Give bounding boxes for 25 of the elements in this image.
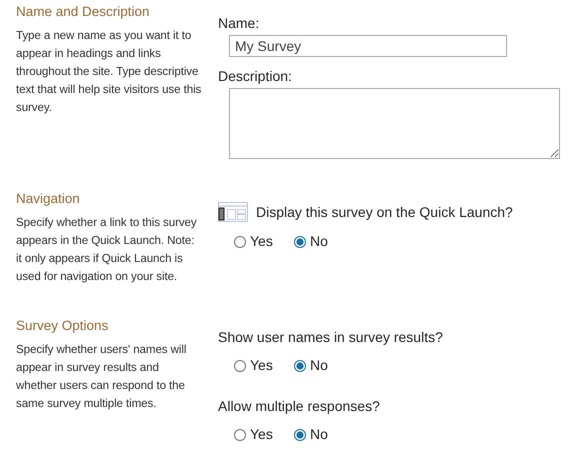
section-title: Navigation bbox=[16, 191, 81, 208]
radio-button[interactable] bbox=[294, 360, 306, 372]
option-label: No bbox=[310, 232, 328, 251]
question-label: Show user names in survey results? bbox=[218, 329, 443, 346]
field-label: Name: bbox=[218, 15, 260, 32]
radio-button[interactable] bbox=[294, 236, 306, 248]
field-label: Description: bbox=[218, 68, 293, 85]
option-label: Yes bbox=[250, 425, 273, 444]
option-label: No bbox=[310, 425, 328, 444]
section-description: Type a new name as you want it to appear in headings and links throughout the site. Type descriptive text that will help site visitors use this survey. bbox=[16, 28, 202, 116]
question-label: Allow multiple responses? bbox=[218, 398, 380, 416]
section-description: Specify whether users' names will appear in survey results and whether users can respond to the same survey multiple times. bbox=[16, 342, 188, 412]
section-title: Survey Options bbox=[16, 318, 110, 334]
section-title: Name and Description bbox=[16, 4, 151, 20]
section-description: Specify whether a link to this survey appears in the Quick Launch. Note: it only appears if Quick Launch is used for navigation on your site. bbox=[16, 215, 198, 286]
option-label: Yes bbox=[250, 232, 273, 251]
option-label: No bbox=[310, 356, 328, 376]
textarea-field[interactable] bbox=[229, 88, 560, 159]
radio-button[interactable] bbox=[234, 360, 246, 372]
radio-button[interactable] bbox=[234, 236, 246, 248]
option-label: Yes bbox=[250, 356, 273, 376]
radio-button[interactable] bbox=[294, 428, 306, 441]
input-field[interactable]: My Survey bbox=[229, 35, 507, 57]
question-label: Display this survey on the Quick Launch? bbox=[256, 204, 513, 220]
radio-button[interactable] bbox=[234, 428, 246, 441]
